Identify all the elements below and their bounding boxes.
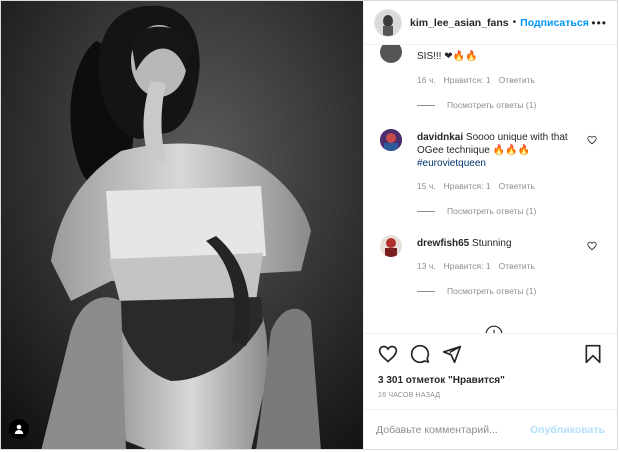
- user-tag-button[interactable]: [9, 419, 29, 439]
- avatar-image: [380, 129, 402, 151]
- view-replies-label: Посмотреть ответы (1): [447, 100, 537, 110]
- save-bookmark-icon[interactable]: [583, 344, 603, 364]
- add-comment-bar: Добавьте комментарий... Опубликовать: [364, 409, 617, 449]
- comment-body: Stunning: [472, 238, 512, 249]
- post-container: kim_lee_asian_fans • Подписаться ••• SIS…: [0, 0, 618, 450]
- reply-button[interactable]: Ответить: [499, 75, 535, 85]
- commenter-avatar[interactable]: [380, 129, 402, 151]
- post-photo[interactable]: [1, 1, 363, 449]
- divider-line: [417, 104, 435, 106]
- comment-text: drewfish65 Stunning: [417, 237, 589, 250]
- commenter-username[interactable]: davidnkai: [417, 132, 463, 143]
- avatar-image: [380, 235, 402, 257]
- comment-meta: 16 ч. Нравится: 1 Ответить: [417, 75, 535, 85]
- post-timestamp: 16 ЧАСОВ НАЗАД: [378, 392, 441, 399]
- view-replies-button[interactable]: Посмотреть ответы (1): [417, 206, 536, 216]
- like-comment-icon[interactable]: [587, 135, 597, 145]
- comment-text: davidnkai Soooo unique with that OGee te…: [417, 131, 589, 170]
- likes-count[interactable]: 3 301 отметок "Нравится": [364, 373, 617, 389]
- hashtag-link[interactable]: #eurovietqueen: [417, 158, 486, 169]
- comment-time: 13 ч.: [417, 261, 436, 271]
- comment-time: 15 ч.: [417, 181, 436, 191]
- view-replies-label: Посмотреть ответы (1): [447, 286, 537, 296]
- comments-list[interactable]: SIS!!! ❤🔥🔥 16 ч. Нравится: 1 Ответить По…: [364, 45, 617, 333]
- user-icon: [14, 424, 24, 434]
- photo-image: [1, 1, 363, 449]
- view-replies-button[interactable]: Посмотреть ответы (1): [417, 286, 536, 296]
- comment-bubble-icon[interactable]: [410, 344, 430, 364]
- view-replies-label: Посмотреть ответы (1): [447, 206, 537, 216]
- comment-text: SIS!!! ❤🔥🔥: [417, 51, 478, 62]
- header-separator: •: [512, 17, 517, 28]
- load-more-comments-icon[interactable]: [485, 325, 503, 333]
- author-username[interactable]: kim_lee_asian_fans: [410, 17, 509, 29]
- share-send-icon[interactable]: [442, 344, 462, 364]
- like-comment-icon[interactable]: [587, 241, 597, 251]
- reply-button[interactable]: Ответить: [499, 261, 535, 271]
- reply-button[interactable]: Ответить: [499, 181, 535, 191]
- post-header: kim_lee_asian_fans • Подписаться •••: [364, 1, 617, 45]
- follow-button[interactable]: Подписаться: [520, 17, 589, 29]
- publish-button[interactable]: Опубликовать: [530, 424, 605, 436]
- comment-likes[interactable]: Нравится: 1: [444, 75, 491, 85]
- comment-input[interactable]: Добавьте комментарий...: [376, 424, 498, 436]
- author-avatar[interactable]: [374, 8, 402, 37]
- comment-meta: 13 ч. Нравится: 1 Ответить: [417, 261, 535, 271]
- post-sidebar: kim_lee_asian_fans • Подписаться ••• SIS…: [363, 1, 617, 449]
- comment-likes[interactable]: Нравится: 1: [444, 181, 491, 191]
- like-heart-icon[interactable]: [378, 344, 398, 364]
- commenter-avatar[interactable]: [380, 235, 402, 257]
- view-replies-button[interactable]: Посмотреть ответы (1): [417, 100, 536, 110]
- commenter-username[interactable]: drewfish65: [417, 238, 469, 249]
- divider-line: [417, 290, 435, 292]
- comment-time: 16 ч.: [417, 75, 436, 85]
- comment-likes[interactable]: Нравится: 1: [444, 261, 491, 271]
- divider-line: [417, 210, 435, 212]
- commenter-avatar[interactable]: [380, 45, 402, 63]
- action-bar: [364, 333, 617, 373]
- comment-meta: 15 ч. Нравится: 1 Ответить: [417, 181, 535, 191]
- more-options-icon[interactable]: •••: [591, 16, 607, 30]
- avatar-image: [375, 9, 401, 36]
